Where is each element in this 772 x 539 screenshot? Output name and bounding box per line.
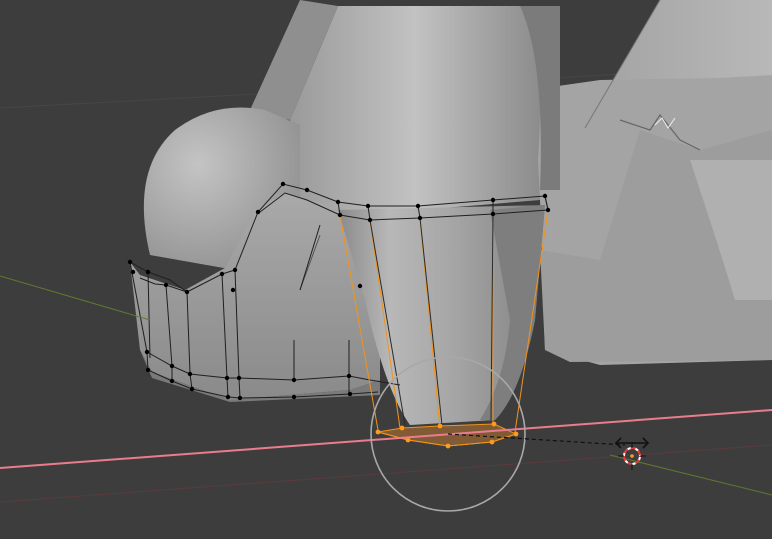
- 3d-viewport[interactable]: [0, 0, 772, 539]
- viewport-canvas[interactable]: [0, 0, 772, 539]
